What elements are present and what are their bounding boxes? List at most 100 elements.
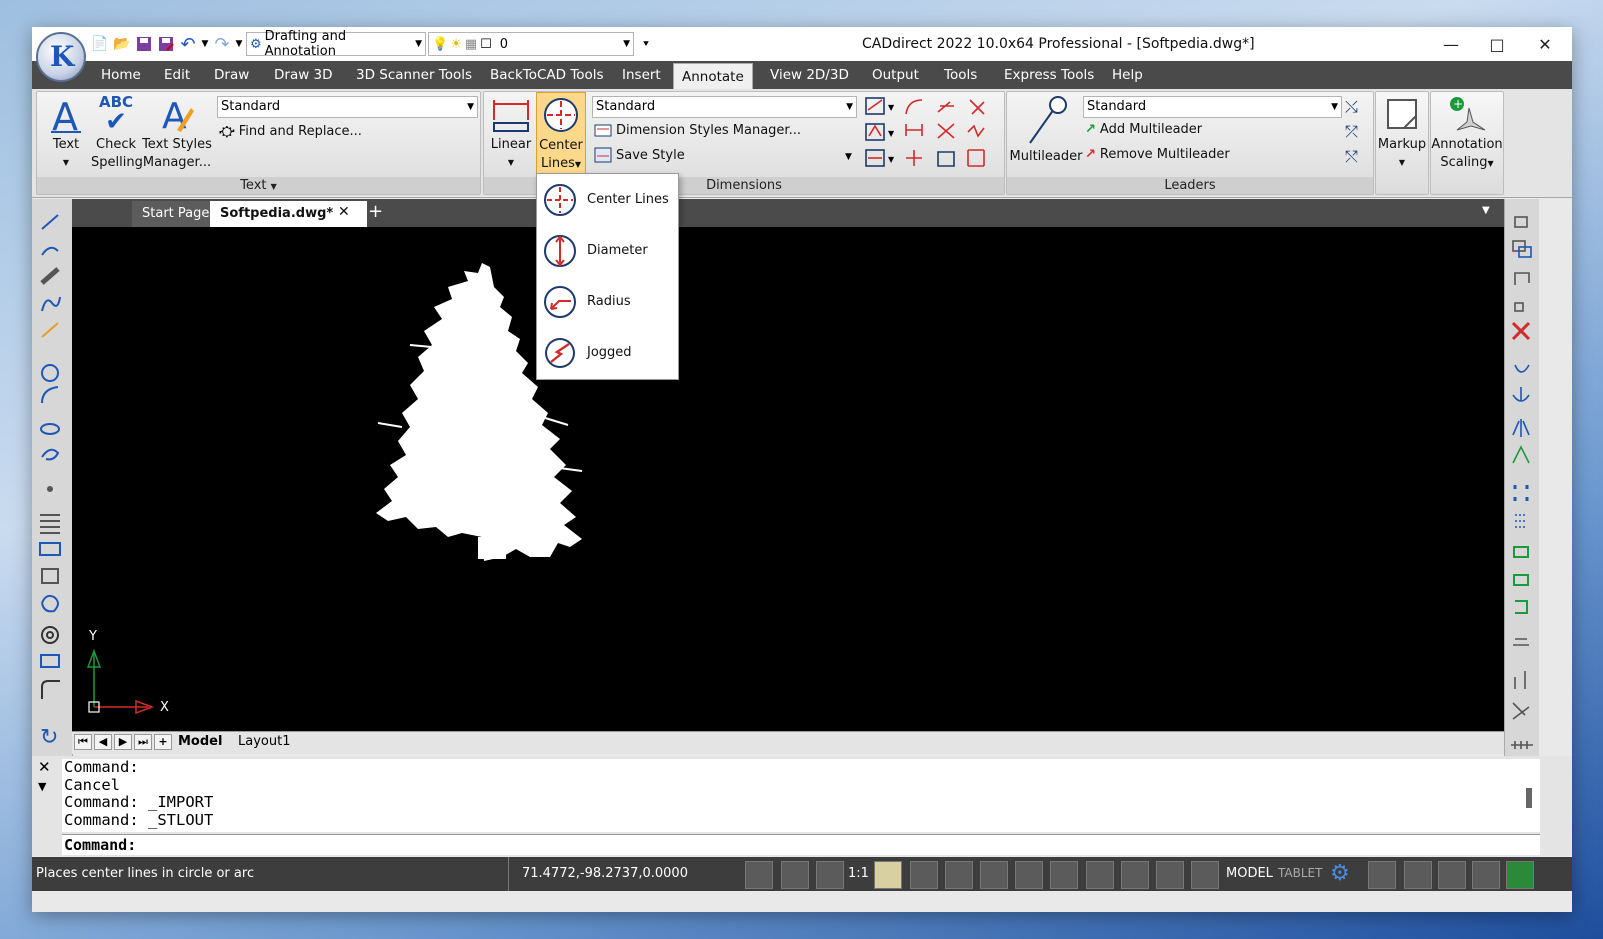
tab-tools[interactable]: Tools <box>936 61 985 89</box>
text-style-combo[interactable]: Standard ▼ <box>217 96 478 118</box>
esnap-icon[interactable] <box>1086 861 1114 889</box>
close-icon[interactable]: ✕ <box>38 758 51 776</box>
chevron-down-icon[interactable]: ▼ <box>1482 205 1490 216</box>
settings-gear-icon[interactable]: ⚙ <box>1330 861 1350 886</box>
dimension-styles-manager-button[interactable]: Dimension Styles Manager... <box>594 122 801 138</box>
document-tab-label: Softpedia.dwg* <box>220 206 334 221</box>
text-styles-manager-button[interactable]: A Text Styles Manager... <box>141 92 213 172</box>
redo-dropdown-icon[interactable]: ▼ <box>234 34 244 54</box>
tab-annotate[interactable]: Annotate <box>673 63 753 90</box>
annotation-scale-value[interactable]: 1:1 <box>848 866 869 881</box>
tab-insert[interactable]: Insert <box>614 61 669 89</box>
add-layout-icon[interactable]: + <box>154 734 172 750</box>
tab-output[interactable]: Output <box>864 61 927 89</box>
prev-layout-icon[interactable]: ◀ <box>94 734 112 750</box>
workspace-icon[interactable] <box>1368 861 1396 889</box>
status-ok-icon[interactable] <box>1506 861 1534 889</box>
tab-draw-3d[interactable]: Draw 3D <box>266 61 341 89</box>
gear-icon: ⚙ <box>250 36 262 52</box>
dropdown-item-radius[interactable]: Radius <box>537 276 678 327</box>
tab-3d-scanner-tools[interactable]: 3D Scanner Tools <box>348 61 480 89</box>
center-lines-dropdown: Center Lines Diameter Radius Jogged <box>536 173 679 380</box>
drawing-canvas[interactable]: Y X <box>72 227 1504 731</box>
command-input[interactable]: Command: <box>62 834 1540 855</box>
center-lines-button[interactable]: Center Lines▼ <box>536 92 586 174</box>
viewport-icon[interactable] <box>1404 861 1432 889</box>
close-icon[interactable]: ✕ <box>338 204 350 220</box>
tab-start-page[interactable]: Start Page <box>132 201 220 227</box>
modify-tool-icons[interactable] <box>1505 199 1539 759</box>
dropdown-item-center-lines[interactable]: Center Lines <box>537 174 678 225</box>
windows-icon[interactable] <box>1438 861 1466 889</box>
align-leaders-icon[interactable]: ⤯ <box>1345 94 1367 119</box>
find-replace-button[interactable]: ⛮ Find and Replace... <box>219 122 362 140</box>
dimension-tool-icons[interactable]: ▼ ▼ ▼ <box>864 96 1000 168</box>
tab-backtocad-tools[interactable]: BackToCAD Tools <box>482 61 612 89</box>
text-panel-label[interactable]: Text ▼ <box>37 177 480 194</box>
text-button[interactable]: A Text ▼ <box>41 92 91 172</box>
close-button[interactable]: ✕ <box>1522 29 1568 59</box>
snap-icon[interactable] <box>945 861 973 889</box>
undo-icon[interactable]: ↶ <box>178 34 198 55</box>
chevron-down-icon[interactable]: ▼ <box>38 780 46 793</box>
leader-tools-column[interactable]: ⤯ ⤱ ⤲ <box>1345 94 1367 168</box>
tab-draw[interactable]: Draw <box>206 61 257 89</box>
markup-button[interactable]: Markup ▼ <box>1376 92 1428 172</box>
remove-multileader-button[interactable]: ↗ Remove Multileader <box>1085 147 1230 162</box>
tab-home[interactable]: Home <box>93 61 149 89</box>
minimize-button[interactable]: — <box>1428 29 1474 59</box>
lineweight-icon[interactable] <box>1156 861 1184 889</box>
annotation-visibility-icon[interactable] <box>816 861 844 889</box>
osnap-icon[interactable] <box>781 861 809 889</box>
open-folder-icon[interactable]: 📂 <box>112 34 132 54</box>
info-icon[interactable] <box>1472 861 1500 889</box>
spelling-label: Spelling <box>91 155 143 170</box>
undo-dropdown-icon[interactable]: ▼ <box>200 34 210 54</box>
transparency-icon[interactable] <box>1191 861 1219 889</box>
command-history-line: Command: <box>64 758 139 776</box>
customize-qat-icon[interactable]: ⯆ <box>636 34 656 54</box>
workspace-selector[interactable]: ⚙ Drafting and Annotation ▼ <box>246 29 426 59</box>
maximize-button[interactable]: □ <box>1474 29 1520 59</box>
snap-grid-icon[interactable] <box>745 861 773 889</box>
annotation-scaling-button[interactable]: + Annotation Scaling▼ <box>1431 92 1503 173</box>
save-style-button[interactable]: Save Style <box>594 147 685 163</box>
tab-help[interactable]: Help <box>1104 61 1151 89</box>
etrack-icon[interactable] <box>1121 861 1149 889</box>
linear-dimension-button[interactable]: Linear ▼ <box>486 92 536 172</box>
tab-express-tools[interactable]: Express Tools <box>996 61 1102 89</box>
layout-tab-model[interactable]: Model <box>178 734 222 749</box>
add-tab-icon[interactable]: + <box>368 201 383 222</box>
polar-icon[interactable] <box>1050 861 1078 889</box>
layer-selector[interactable]: 💡 ☀ ▦ ☐ 0 ▼ <box>428 32 634 56</box>
new-file-icon[interactable]: 📄 <box>90 34 110 54</box>
draw-tool-icons[interactable]: ↻ <box>32 199 72 759</box>
model-toggle[interactable]: MODEL <box>1226 866 1273 881</box>
layout-tab-layout1[interactable]: Layout1 <box>238 734 290 749</box>
annotation-scale-icon[interactable] <box>910 861 938 889</box>
last-layout-icon[interactable]: ⏭ <box>134 734 152 750</box>
auto-scale-icon[interactable] <box>874 861 902 889</box>
tab-view-2d-3d[interactable]: View 2D/3D <box>762 61 857 89</box>
next-layout-icon[interactable]: ▶ <box>114 734 132 750</box>
save-icon[interactable] <box>134 34 154 54</box>
dropdown-item-jogged[interactable]: Jogged <box>537 327 678 378</box>
chevron-down-icon[interactable]: ▼ <box>845 152 852 162</box>
redo-icon[interactable]: ↷ <box>212 34 232 55</box>
leader-style-icon[interactable]: ⤲ <box>1345 144 1367 169</box>
save-as-icon[interactable] <box>156 34 176 54</box>
application-menu-logo[interactable]: K <box>36 32 86 82</box>
ortho-icon[interactable] <box>1015 861 1043 889</box>
multileader-style-combo[interactable]: Standard ▼ <box>1083 96 1342 118</box>
grid-icon[interactable] <box>980 861 1008 889</box>
tab-edit[interactable]: Edit <box>156 61 198 89</box>
collect-leaders-icon[interactable]: ⤱ <box>1345 119 1367 144</box>
check-spelling-button[interactable]: ABC ✔ Check Spelling <box>91 92 143 172</box>
dimension-style-combo[interactable]: Standard ▼ <box>592 96 857 118</box>
add-multileader-button[interactable]: ↗ Add Multileader <box>1085 122 1202 137</box>
multileader-button[interactable]: Multileader <box>1009 92 1083 166</box>
tablet-toggle[interactable]: TABLET <box>1278 866 1322 880</box>
dropdown-item-diameter[interactable]: Diameter <box>537 225 678 276</box>
first-layout-icon[interactable]: ⏮ <box>74 734 92 750</box>
command-scrollbar[interactable] <box>1526 788 1532 808</box>
